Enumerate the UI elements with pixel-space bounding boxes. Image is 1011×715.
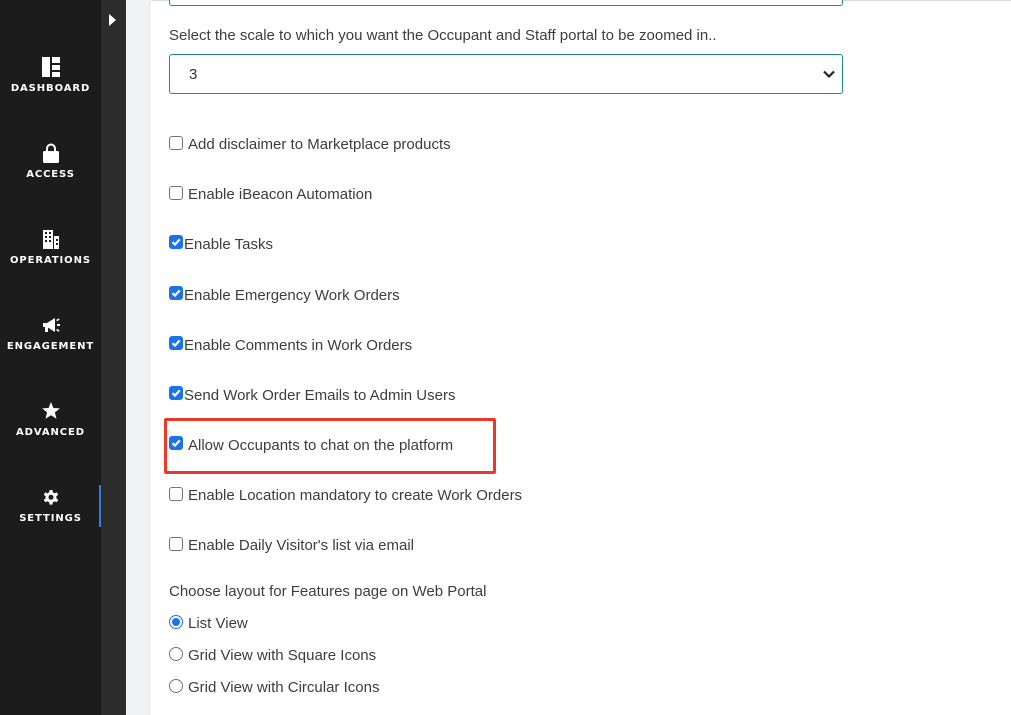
sidebar-toggle-strip (101, 0, 126, 715)
checkbox-location-mandatory[interactable] (169, 487, 183, 501)
layout-choice-label: Choose layout for Features page on Web P… (169, 583, 487, 600)
checkmark-icon (171, 238, 181, 247)
zoom-scale-value: 3 (189, 66, 198, 83)
sidebar-item-label: ACCESS (26, 169, 75, 180)
sidebar-item-dashboard[interactable]: DASHBOARD (0, 57, 101, 127)
previous-select-field[interactable] (169, 0, 843, 6)
checkbox-daily-visitor-list[interactable] (169, 537, 183, 551)
sidebar-item-operations[interactable]: OPERATIONS (0, 229, 101, 299)
sidebar-item-advanced[interactable]: ADVANCED (0, 401, 101, 471)
option-label: Add disclaimer to Marketplace products (188, 136, 451, 153)
option-label: Enable Location mandatory to create Work… (188, 487, 523, 504)
expand-arrow-icon[interactable] (109, 14, 116, 26)
checkbox-emergency-work-orders[interactable] (169, 286, 183, 300)
option-label: Enable Daily Visitor's list via email (188, 537, 415, 554)
sidebar-item-label: ADVANCED (16, 427, 85, 438)
option-label: Enable Tasks (184, 236, 273, 253)
sidebar-item-label: OPERATIONS (10, 255, 91, 266)
checkbox-work-order-emails[interactable] (169, 386, 183, 400)
radio-list-view[interactable] (169, 615, 183, 629)
checkmark-icon (171, 339, 181, 348)
zoom-scale-label: Select the scale to which you want the O… (169, 27, 717, 44)
sidebar-item-settings[interactable]: SETTINGS (0, 487, 101, 557)
megaphone-icon (42, 315, 60, 335)
checkmark-icon (171, 289, 181, 298)
option-label: Enable iBeacon Automation (188, 186, 373, 203)
sidebar-item-label: SETTINGS (19, 513, 82, 524)
content-gutter (126, 0, 150, 715)
radio-label: List View (188, 615, 248, 632)
checkmark-icon (171, 389, 181, 398)
gear-icon (42, 487, 60, 507)
dashboard-icon (41, 57, 60, 77)
radio-label: Grid View with Circular Icons (188, 679, 380, 696)
radio-grid-circular-icons[interactable] (169, 679, 183, 693)
sidebar-item-engagement[interactable]: ENGAGEMENT (0, 315, 101, 385)
option-label: Enable Emergency Work Orders (184, 287, 400, 304)
settings-content (151, 0, 1011, 715)
highlight-box (164, 418, 496, 474)
sidebar: DASHBOARD ACCESS OPERATIONS ENGAGEMENT A… (0, 0, 101, 715)
sidebar-item-label: DASHBOARD (10, 83, 91, 94)
checkbox-enable-tasks[interactable] (169, 235, 183, 249)
checkbox-ibeacon-automation[interactable] (169, 186, 183, 200)
radio-grid-square-icons[interactable] (169, 647, 183, 661)
checkbox-comments-work-orders[interactable] (169, 336, 183, 350)
zoom-scale-select[interactable]: 3 (169, 54, 843, 94)
radio-label: Grid View with Square Icons (188, 647, 377, 664)
sidebar-item-access[interactable]: ACCESS (0, 143, 101, 213)
building-icon (42, 229, 60, 249)
option-label: Send Work Order Emails to Admin Users (184, 387, 456, 404)
option-label: Enable Comments in Work Orders (184, 337, 413, 354)
lock-icon (42, 143, 60, 163)
sidebar-item-label: ENGAGEMENT (6, 341, 95, 352)
star-icon (41, 401, 60, 421)
chevron-down-icon (822, 67, 836, 81)
checkbox-marketplace-disclaimer[interactable] (169, 136, 183, 150)
